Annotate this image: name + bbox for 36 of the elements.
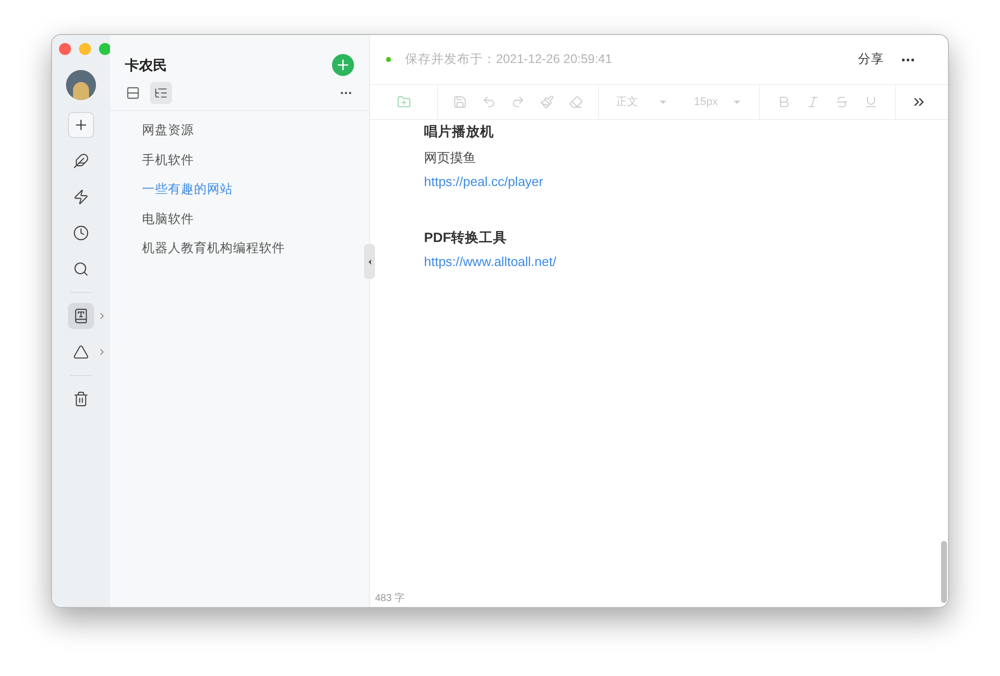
scrollbar-thumb[interactable] xyxy=(941,541,947,603)
note-heading: PDF转换工具 xyxy=(424,229,508,247)
avatar[interactable] xyxy=(66,70,96,100)
word-count: 483 字 xyxy=(374,592,406,606)
tree-item[interactable]: 机器人教育机构编程软件 xyxy=(142,234,285,264)
plus-icon xyxy=(73,117,89,133)
close-window-icon[interactable] xyxy=(59,43,71,55)
tree-item[interactable]: 网盘资源 xyxy=(142,116,194,146)
feather-icon xyxy=(73,153,89,169)
add-button[interactable] xyxy=(332,54,354,76)
tree-item[interactable]: 手机软件 xyxy=(142,146,194,175)
save-status: 保存并发布于：2021-12-26 20:59:41 xyxy=(405,51,612,68)
tree-view-button[interactable] xyxy=(150,82,172,104)
style-value: 正文 xyxy=(616,94,638,110)
tree-item[interactable]: 电脑软件 xyxy=(142,204,194,234)
minimize-window-icon[interactable] xyxy=(79,43,91,55)
book-icon xyxy=(73,308,89,324)
search-icon xyxy=(73,261,89,277)
size-value: 15px xyxy=(694,94,718,110)
plus-icon xyxy=(335,57,351,73)
book-button[interactable] xyxy=(68,303,94,329)
share-button[interactable]: 分享 xyxy=(858,50,884,69)
rows-icon xyxy=(126,86,140,100)
note-link[interactable]: https://www.alltoall.net/ xyxy=(424,252,556,272)
notebook-title: 卡农民 xyxy=(125,56,167,74)
note-link[interactable]: https://peal.cc/player xyxy=(424,172,544,192)
triangle-icon xyxy=(73,344,89,360)
new-button[interactable] xyxy=(68,112,94,138)
maximize-window-icon[interactable] xyxy=(99,43,111,55)
trash-icon xyxy=(73,391,89,407)
collapse-handle[interactable] xyxy=(364,244,375,279)
tree-icon xyxy=(154,86,168,100)
note-heading: 唱片播放机 xyxy=(424,123,495,141)
clock-icon xyxy=(73,225,89,241)
lightning-icon xyxy=(73,189,89,205)
note-text: 网页摸鱼 xyxy=(424,149,477,167)
